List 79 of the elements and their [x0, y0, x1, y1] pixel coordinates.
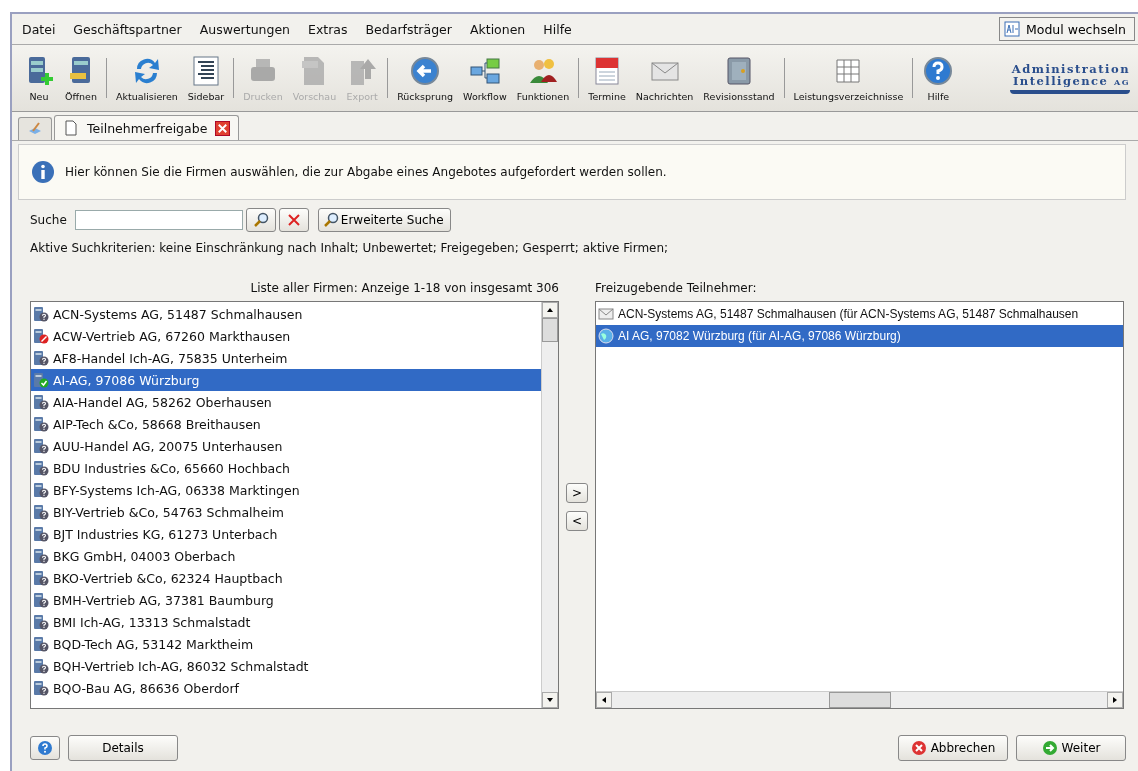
list-title: Liste aller Firmen: Anzeige 1-18 von insgesamt 306 — [249, 281, 559, 295]
close-icon[interactable] — [215, 120, 231, 136]
company-list-item[interactable]: BKG GmbH, 04003 Oberbach — [31, 545, 541, 567]
list-title: Freizugebende Teilnehmer: — [595, 281, 758, 295]
toolbar-button[interactable]: Hilfe — [917, 54, 960, 102]
company-list-item[interactable]: BFY-Systems Ich-AG, 06338 Marktingen — [31, 479, 541, 501]
search-button[interactable] — [245, 208, 276, 232]
scrollbar-thumb[interactable] — [542, 318, 558, 342]
move-button[interactable]: < — [566, 511, 588, 531]
help-button[interactable] — [30, 736, 60, 760]
company-logo: Administration Intelligence AG — [1010, 62, 1130, 94]
menu-item[interactable]: Auswertungen — [199, 21, 291, 37]
company-list-item[interactable]: BQH-Vertrieb Ich-AG, 86032 Schmalstadt — [31, 655, 541, 677]
pencil-paper-icon — [27, 121, 43, 137]
menu-item[interactable]: Bedarfsträger — [365, 21, 452, 37]
participant-list-item[interactable]: ACN-Systems AG, 51487 Schmalhausen (für ACN-Systems AG, 51487 Schmalhausen — [596, 303, 1123, 325]
scroll-down-icon[interactable] — [546, 696, 554, 704]
toolbar-button[interactable]: Aktualisieren — [111, 54, 183, 102]
cancel-button[interactable]: Abbrechen — [898, 735, 1008, 761]
scrollbar[interactable] — [541, 302, 558, 708]
toolbar-button[interactable]: Öffnen — [60, 54, 102, 102]
details-button[interactable]: Details — [68, 735, 178, 761]
company-list-item[interactable]: BDU Industries &Co, 65660 Hochbach — [31, 457, 541, 479]
help-icon — [922, 54, 955, 87]
menu-item[interactable]: Geschäftspartner — [73, 21, 182, 37]
menu-item[interactable]: Hilfe — [543, 21, 572, 37]
company-list-item[interactable]: ACN-Systems AG, 51487 Schmalhausen — [31, 303, 541, 325]
scrollbar[interactable] — [596, 691, 1123, 708]
list-document-icon — [190, 54, 222, 87]
toolbar-button[interactable]: Termine — [583, 54, 631, 102]
module-icon — [1003, 21, 1020, 37]
search-label: Suche — [30, 213, 67, 227]
participant-list-item[interactable]: AI AG, 97082 Würzburg (für AI-AG, 97086 Würzburg) — [596, 325, 1123, 347]
scrollbar-thumb[interactable] — [828, 692, 891, 708]
toolbar-button[interactable]: Workflow — [458, 54, 512, 102]
move-button[interactable]: > — [566, 483, 588, 503]
tab[interactable]: Teilnehmerfreigabe — [54, 115, 240, 140]
close-icon — [285, 212, 302, 228]
envelope-icon — [598, 306, 614, 322]
company-list-item[interactable]: BIY-Vertrieb &Co, 54763 Schmalheim — [31, 501, 541, 523]
advanced-search-button[interactable]: Erweiterte Suche — [317, 208, 451, 232]
scroll-left-icon[interactable] — [600, 696, 608, 704]
toolbar-button[interactable]: Neu — [18, 54, 60, 102]
scroll-right-icon[interactable] — [1111, 696, 1119, 704]
company-list-item[interactable]: BKO-Vertrieb &Co, 62324 Hauptbach — [31, 567, 541, 589]
switch-module-button[interactable]: Modul wechseln — [998, 17, 1135, 41]
toolbar-button[interactable]: Rücksprung — [392, 54, 459, 102]
search-icon — [322, 212, 339, 228]
search-field[interactable] — [74, 210, 243, 230]
company-list-item[interactable]: BQO-Bau AG, 86636 Oberdorf — [31, 677, 541, 699]
menu-item[interactable]: Aktionen — [469, 21, 526, 37]
help-icon — [37, 740, 53, 756]
company-list-item[interactable]: BJT Industries KG, 61273 Unterbach — [31, 523, 541, 545]
toolbar-button[interactable]: Leistungsverzeichnisse — [788, 54, 909, 102]
company-list-item[interactable]: AI-AG, 97086 Würzburg — [31, 369, 541, 391]
menu-item[interactable]: Extras — [308, 21, 348, 37]
clear-button[interactable] — [278, 208, 309, 232]
toolbar-button[interactable]: Revisionsstand — [698, 54, 780, 102]
company-list-item[interactable]: AUU-Handel AG, 20075 Unterhausen — [31, 435, 541, 457]
toolbar-button[interactable]: Sidebar — [182, 54, 230, 102]
toolbar-button[interactable]: Nachrichten — [630, 54, 699, 102]
search-icon — [252, 212, 269, 228]
cancel-icon — [910, 740, 927, 756]
menu-item[interactable]: Datei — [22, 21, 56, 37]
next-button[interactable]: Weiter — [1016, 735, 1126, 761]
company-list-item[interactable]: BQD-Tech AG, 53142 Marktheim — [31, 633, 541, 655]
company-list-item[interactable]: AIA-Handel AG, 58262 Oberhausen — [31, 391, 541, 413]
info-icon — [31, 160, 55, 184]
company-list-item[interactable]: BMH-Vertrieb AG, 37381 Baumburg — [31, 589, 541, 611]
company-list-item[interactable]: BMI Ich-AG, 13313 Schmalstadt — [31, 611, 541, 633]
document-icon — [63, 120, 79, 136]
search-criteria-text: Aktive Suchkriterien: keine Einschränkung nach Inhalt; Unbewertet; Freigegeben; Gesperrt; aktive Firmen; — [30, 241, 670, 255]
info-text: Hier können Sie die Firmen auswählen, die zur Abgabe eines Angebotes aufgefordert werden sollen. — [65, 165, 667, 179]
company-list-item[interactable]: AF8-Handel Ich-AG, 75835 Unterheim — [31, 347, 541, 369]
scroll-up-icon[interactable] — [546, 306, 554, 314]
company-list-item[interactable]: ACW-Vertrieb AG, 67260 Markthausen — [31, 325, 541, 347]
company-list-item[interactable]: AIP-Tech &Co, 58668 Breithausen — [31, 413, 541, 435]
globe-icon — [598, 328, 614, 344]
toolbar-button[interactable]: Funktionen — [511, 54, 575, 102]
